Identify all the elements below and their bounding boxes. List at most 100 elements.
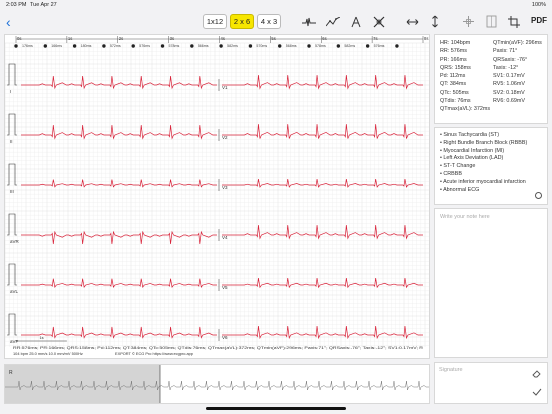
- status-battery: 100%: [531, 2, 546, 8]
- move-icon[interactable]: [460, 14, 476, 29]
- ecg-footer-settings: 104 bpm 25.0 mm/s 10.0 mm/mV 500Hz: [13, 351, 83, 356]
- time-label: 7s: [373, 36, 377, 41]
- calibration-pulse: [7, 163, 17, 186]
- crop-icon[interactable]: [506, 14, 522, 29]
- measurement-item: QTdis: 76ms: [440, 98, 471, 105]
- lead-label: I: [10, 89, 11, 94]
- measurement-item: Paxis: 71°: [493, 48, 518, 55]
- rr-label: 578ms: [169, 44, 180, 48]
- ecg-footer-copyright: EXPORT © ECG Pro https://www.ecgpro.app: [115, 351, 193, 356]
- measurement-item: PR: 166ms: [440, 56, 467, 63]
- back-button[interactable]: ‹: [6, 14, 11, 30]
- rr-label: 582ms: [344, 44, 355, 48]
- measurement-item: Pd: 112ms: [440, 73, 466, 80]
- time-label: 2s: [119, 36, 123, 41]
- measurements-left: HR: 104bpm RR: 576ms PR: 166ms QRS: 158ms Pd…: [440, 39, 490, 114]
- measurement-item: RV5: 1.06mV: [493, 81, 525, 88]
- measurement-item: QTc: 505ms: [440, 89, 469, 96]
- beat-marker: [395, 44, 399, 48]
- pdf-export-button[interactable]: PDF: [531, 16, 547, 25]
- beat-marker: [102, 44, 106, 48]
- lead-label: II: [10, 139, 13, 144]
- diagnosis-item: • Sinus Tachycardia (ST): [440, 132, 500, 138]
- ecg-trace: [222, 75, 423, 90]
- vertical-arrows-icon[interactable]: [427, 14, 443, 29]
- beat-marker: [160, 44, 165, 48]
- diagnosis-item: • Myocardial Infarction (MI): [440, 147, 505, 154]
- layout-4x3-button[interactable]: 4 x 3: [257, 14, 281, 29]
- calibration-pulse: [7, 113, 17, 136]
- ecg-chart-panel[interactable]: 0s 1s 2s 3s 4s 5s 6s 7s 8s 176ms 166ms 180ms 572ms 57…: [4, 34, 430, 359]
- strip-trace: [5, 365, 429, 403]
- diagnosis-panel: • Sinus Tachycardia (ST) • Right Bundle B…: [434, 127, 548, 205]
- beat-marker: [72, 44, 77, 48]
- lead-label: V2: [222, 135, 228, 140]
- measurement-item: Taxis: -12°: [493, 64, 519, 71]
- trend-icon[interactable]: [325, 14, 341, 29]
- beat-marker: [278, 44, 282, 48]
- diagnosis-item: • Abnormal ECG: [440, 186, 480, 193]
- lead-label: V5: [222, 285, 228, 290]
- rr-label: 176ms: [22, 44, 33, 48]
- rr-label: 582ms: [227, 44, 238, 48]
- ecg-trace: [21, 75, 217, 90]
- beat-marker: [365, 44, 370, 48]
- ecg-trace: [21, 230, 217, 245]
- beat-marker: [43, 44, 48, 48]
- rhythm-strip-overview[interactable]: R: [4, 364, 430, 404]
- lead-label: V1: [222, 85, 228, 90]
- info-circle-icon[interactable]: [535, 192, 542, 199]
- checkmark-icon[interactable]: [532, 388, 542, 398]
- time-label: 3s: [170, 36, 174, 41]
- beat-marker: [307, 44, 311, 48]
- rr-label: 572ms: [110, 44, 121, 48]
- rr-label: 568ms: [286, 44, 297, 48]
- notes-placeholder: Write your note here: [440, 214, 490, 220]
- ecg-trace: [222, 326, 423, 340]
- measurement-item: HR: 104bpm: [440, 40, 471, 46]
- rr-label: 566ms: [198, 44, 209, 48]
- status-bar: 2:03 PM Tue Apr 27 100%: [0, 0, 552, 10]
- beat-marker: [14, 44, 18, 48]
- layout-1x12-button[interactable]: 1x12: [203, 14, 227, 29]
- time-label: 6s: [322, 36, 326, 41]
- diagnosis-item: • Right Bundle Branch Block (RBBB): [440, 139, 528, 146]
- beat-marker: [219, 44, 223, 48]
- measurement-item: QRS: 158ms: [440, 64, 471, 71]
- notes-field[interactable]: Write your note here: [434, 208, 548, 358]
- rr-label: 166ms: [51, 44, 62, 48]
- calibration-pulse: [7, 63, 17, 86]
- layout-2x6-button[interactable]: 2 x 6: [230, 14, 254, 29]
- time-label: 1s: [68, 36, 72, 41]
- beat-marker: [336, 44, 341, 48]
- time-label: 0s: [17, 36, 21, 41]
- measurement-item: QT: 384ms: [440, 81, 467, 88]
- signature-label: Signature: [439, 367, 463, 373]
- measurements-right: QTmin(aVF): 296ms Paxis: 71° QRSaxis: -76°…: [493, 39, 542, 105]
- eraser-icon[interactable]: [532, 368, 542, 380]
- lead-label: V3: [222, 185, 228, 190]
- rr-label: 570ms: [256, 44, 267, 48]
- horizontal-arrows-icon[interactable]: [404, 14, 420, 29]
- beat-marker: [248, 44, 253, 48]
- home-indicator: [206, 407, 346, 410]
- diagnosis-item: • ST-T Change: [440, 163, 476, 170]
- status-time: 2:03 PM: [6, 2, 27, 8]
- panel-icon[interactable]: [483, 14, 499, 29]
- scale-label: 1s: [39, 335, 43, 340]
- waveform-icon[interactable]: [301, 14, 317, 29]
- lead-label: aVL: [10, 289, 19, 294]
- status-date: Tue Apr 27: [30, 2, 57, 8]
- measurement-item: QTmax(aVL): 372ms: [440, 106, 491, 113]
- diagnosis-item: • CRBBB: [440, 170, 462, 177]
- measurement-item: RR: 576ms: [440, 48, 467, 55]
- time-label: 4s: [221, 36, 225, 41]
- measurement-item: QRSaxis: -76°: [493, 56, 528, 63]
- calibration-pulse: [7, 263, 17, 286]
- signature-panel[interactable]: Signature: [434, 362, 548, 404]
- ecg-trace: [21, 278, 217, 288]
- rr-label: 578ms: [315, 44, 326, 48]
- caliper-icon[interactable]: [348, 14, 364, 29]
- crossed-tool-icon[interactable]: [371, 14, 387, 29]
- time-label: 8s: [424, 36, 428, 41]
